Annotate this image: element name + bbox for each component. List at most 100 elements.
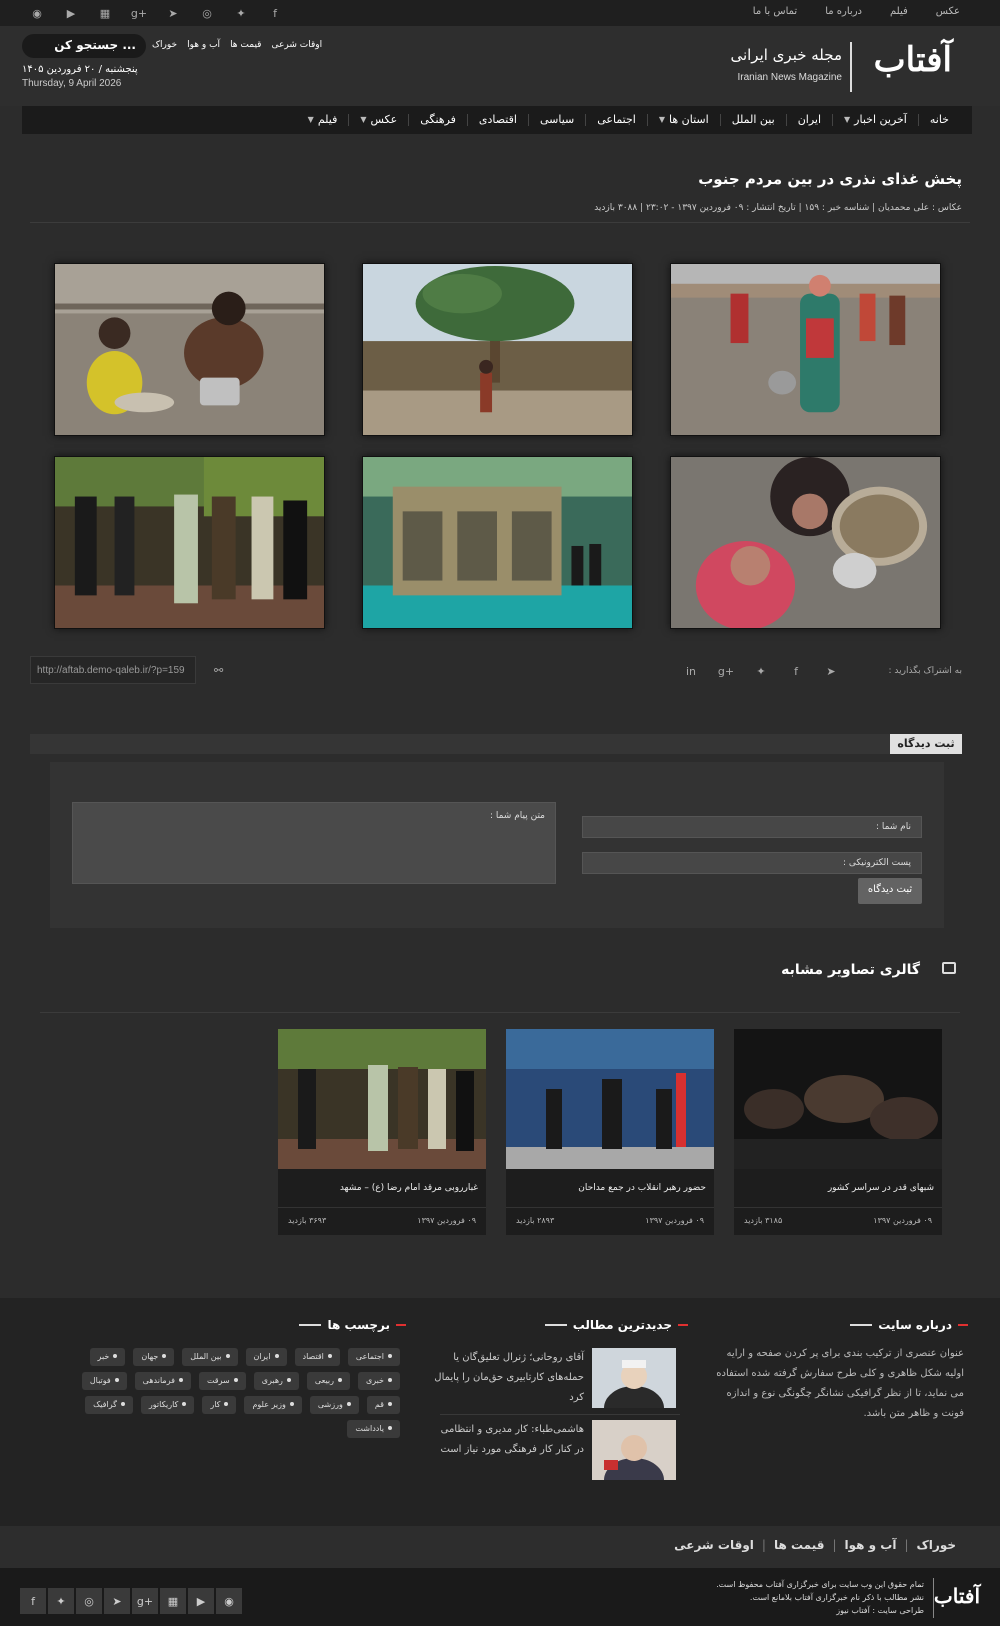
tag[interactable]: کاریکاتور	[140, 1396, 195, 1414]
facebook-icon[interactable]: f	[789, 664, 803, 678]
card-views: ۳۶۹۳ بازدید	[288, 1216, 327, 1225]
email-field[interactable]: پست الکترونیکی :	[582, 852, 922, 874]
share-label: به اشتراک بگذارید :	[888, 666, 963, 676]
nav-item-social[interactable]: اجتماعی	[585, 114, 647, 126]
nav-item-provinces[interactable]: استان ها ▼	[646, 114, 720, 126]
nav-item-home[interactable]: خانه	[917, 114, 960, 126]
nav-item-international[interactable]: بین الملل	[719, 113, 786, 126]
gallery-photo[interactable]	[54, 263, 325, 436]
news-item[interactable]: آقای روحانی؛ ژنرال تعلیق‌گان یا حمله‌های…	[434, 1348, 676, 1410]
nav-item-economy[interactable]: اقتصادی	[466, 114, 528, 126]
tag[interactable]: ورزشی	[309, 1396, 359, 1414]
google-plus-icon[interactable]: g+	[131, 6, 147, 20]
twitter-icon[interactable]: ✦	[234, 6, 248, 20]
instagram-icon[interactable]: ◎	[76, 1588, 102, 1614]
gallery-card[interactable]: شبهای قدر در سراسر کشور ۰۹ فروردین ۱۳۹۷ …	[734, 1029, 942, 1235]
linkedin-icon[interactable]: in	[684, 664, 698, 678]
nav-item-film[interactable]: فیلم ▼	[297, 114, 349, 126]
quick-links: اوقات شرعی قیمت ها آب و هوا خوراک	[152, 40, 322, 50]
footer-link-food[interactable]: خوراک	[917, 1538, 956, 1552]
gallery-photo[interactable]	[362, 456, 633, 629]
rss-icon[interactable]: ◉	[30, 6, 44, 20]
dot-icon	[388, 1402, 392, 1406]
tag[interactable]: کار	[202, 1396, 237, 1414]
quick-link-prices[interactable]: قیمت ها	[230, 40, 261, 50]
nav-item-latest[interactable]: آخرین اخبار ▼	[832, 114, 918, 126]
tag[interactable]: اجتماعی	[347, 1348, 400, 1366]
article-title: پخش غذای نذری در بین مردم جنوب	[698, 170, 962, 188]
submit-comment-button[interactable]: ثبت دیدگاه	[858, 878, 922, 904]
top-link-film[interactable]: فیلم	[890, 6, 908, 17]
telegram-icon[interactable]: ➤	[104, 1588, 130, 1614]
quick-link-food[interactable]: خوراک	[152, 40, 177, 50]
google-plus-icon[interactable]: g+	[132, 1588, 158, 1614]
instagram-icon[interactable]: ◎	[200, 6, 214, 20]
windows-icon[interactable]: ▦	[98, 6, 112, 20]
tag[interactable]: وزیر علوم	[244, 1396, 302, 1414]
facebook-icon[interactable]: f	[20, 1588, 46, 1614]
divider	[30, 222, 970, 223]
quick-link-prayer[interactable]: اوقات شرعی	[271, 40, 322, 50]
footer-link-prayer[interactable]: اوقات شرعی	[674, 1538, 754, 1552]
comment-message-field[interactable]: متن پیام شما :	[72, 802, 556, 884]
gallery-photo[interactable]	[362, 263, 633, 436]
gallery-photo[interactable]	[670, 263, 941, 436]
tag[interactable]: فرماندهی	[134, 1372, 191, 1390]
gallery-card[interactable]: حضور رهبر انقلاب در جمع مداحان ۰۹ فروردی…	[506, 1029, 714, 1235]
footer-link-weather[interactable]: آب و هوا	[845, 1538, 897, 1552]
twitter-icon[interactable]: ✦	[48, 1588, 74, 1614]
windows-icon[interactable]: ▦	[160, 1588, 186, 1614]
tag[interactable]: ایران	[245, 1348, 287, 1366]
gallery-photo[interactable]	[670, 456, 941, 629]
nav-label: آخرین اخبار	[854, 113, 907, 126]
tag-label: اقتصاد	[302, 1352, 324, 1361]
copyright-text: تمام حقوق این وب سایت برای خبرگزاری آفتا…	[716, 1578, 924, 1617]
top-link-contact[interactable]: تماس با ما	[753, 6, 797, 17]
youtube-icon[interactable]: ▶	[188, 1588, 214, 1614]
footer-logo[interactable]: آفتاب	[934, 1584, 980, 1608]
tag-label: کاریکاتور	[148, 1400, 179, 1409]
search-input[interactable]: جستجو کن ...	[22, 34, 146, 58]
tag[interactable]: رهبری	[253, 1372, 299, 1390]
site-logo[interactable]: آفتاب	[874, 40, 952, 80]
tag[interactable]: قم	[366, 1396, 400, 1414]
gallery-photo[interactable]	[54, 456, 325, 629]
news-item[interactable]: هاشمی‌طباء: کار مدیری و انتظامی در کنار …	[436, 1420, 676, 1482]
nav-item-politics[interactable]: سیاسی	[527, 114, 585, 126]
top-link-photo[interactable]: عکس	[936, 6, 960, 17]
facebook-icon[interactable]: f	[268, 6, 282, 20]
link-icon[interactable]: ⚯	[214, 664, 223, 677]
quick-link-weather[interactable]: آب و هوا	[187, 40, 220, 50]
tag[interactable]: یادداشت	[347, 1420, 400, 1438]
top-link-about[interactable]: درباره ما	[825, 6, 862, 17]
tag[interactable]: اقتصاد	[294, 1348, 340, 1366]
tag[interactable]: جهان	[133, 1348, 175, 1366]
twitter-icon[interactable]: ✦	[754, 664, 768, 678]
google-plus-icon[interactable]: g+	[718, 664, 734, 678]
tag[interactable]: سرقت	[198, 1372, 246, 1390]
nav-item-iran[interactable]: ایران	[785, 114, 832, 126]
rss-icon[interactable]: ◉	[216, 1588, 242, 1614]
dot-icon	[120, 1402, 125, 1406]
dot-icon	[388, 1426, 392, 1430]
telegram-icon[interactable]: ➤	[824, 664, 838, 678]
tag[interactable]: ربیعی	[306, 1372, 350, 1390]
nav-item-photo[interactable]: عکس ▼	[348, 114, 408, 126]
short-url-field[interactable]: http://aftab.demo-qaleb.ir/?p=159	[30, 656, 196, 684]
dot-icon	[388, 1378, 392, 1382]
date-english: Thursday, 9 April 2026	[22, 78, 122, 89]
dot-icon	[225, 1354, 230, 1358]
telegram-icon[interactable]: ➤	[166, 6, 180, 20]
nav-item-culture[interactable]: فرهنگی	[408, 114, 467, 126]
footer-link-prices[interactable]: قیمت ها	[774, 1538, 825, 1552]
tag[interactable]: فوتبال	[81, 1372, 127, 1390]
youtube-icon[interactable]: ▶	[64, 6, 78, 20]
tag[interactable]: بین الملل	[182, 1348, 238, 1366]
tag[interactable]: گرافیک	[85, 1396, 133, 1414]
top-links: عکس فیلم درباره ما تماس با ما	[753, 6, 960, 17]
name-field[interactable]: نام شما :	[582, 816, 922, 838]
nav-label: بین الملل	[731, 113, 775, 126]
tag[interactable]: خبری	[357, 1372, 400, 1390]
gallery-card[interactable]: غبارروبی مرقد امام رضا (ع) – مشهد ۰۹ فرو…	[278, 1029, 486, 1235]
tag[interactable]: خبر	[89, 1348, 126, 1366]
